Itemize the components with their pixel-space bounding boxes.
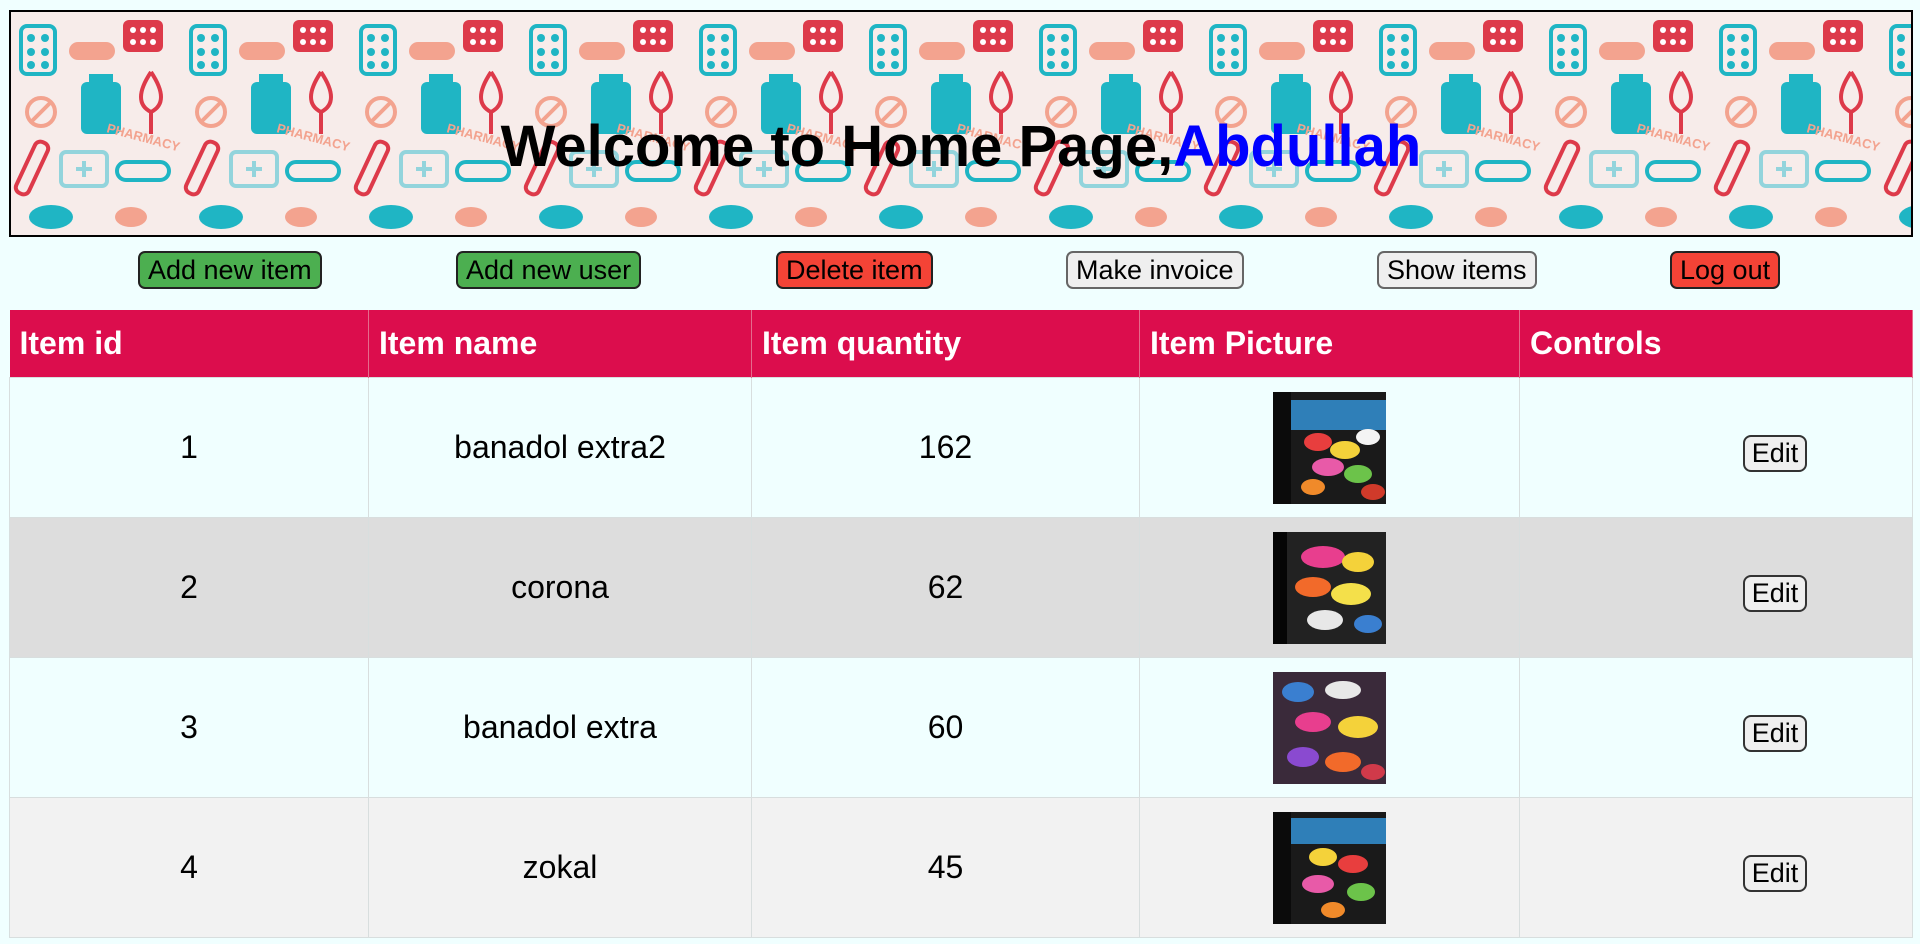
log-out-button[interactable]: Log out bbox=[1670, 251, 1781, 289]
item-quantity: 60 bbox=[751, 657, 1140, 798]
item-quantity: 62 bbox=[751, 517, 1140, 658]
item-id: 3 bbox=[9, 657, 369, 798]
add-new-item-button[interactable]: Add new item bbox=[138, 251, 322, 289]
edit-button[interactable]: Edit bbox=[1742, 715, 1808, 752]
make-invoice-button[interactable]: Make invoice bbox=[1066, 251, 1244, 289]
header-item-picture: Item Picture bbox=[1139, 310, 1520, 378]
controls-cell: Edit bbox=[1519, 377, 1913, 518]
item-id: 2 bbox=[9, 517, 369, 658]
item-picture-cell bbox=[1139, 797, 1520, 938]
item-id: 1 bbox=[9, 377, 369, 518]
controls-cell: Edit bbox=[1519, 797, 1913, 938]
item-picture bbox=[1273, 391, 1386, 504]
item-name: banadol extra bbox=[368, 657, 752, 798]
item-picture bbox=[1273, 671, 1386, 784]
header-item-id: Item id bbox=[9, 310, 369, 378]
item-quantity: 162 bbox=[751, 377, 1140, 518]
show-items-button[interactable]: Show items bbox=[1377, 251, 1537, 289]
header-item-name: Item name bbox=[368, 310, 752, 378]
table-row: 2 corona 62 Edit bbox=[9, 517, 1913, 658]
controls-cell: Edit bbox=[1519, 657, 1913, 798]
header-banner: PHARMACY Welcome to Home Page,Abdullah bbox=[9, 10, 1913, 237]
table-row: 3 banadol extra 60 Edit bbox=[9, 657, 1913, 798]
controls-cell: Edit bbox=[1519, 517, 1913, 658]
item-name: zokal bbox=[368, 797, 752, 938]
item-quantity: 45 bbox=[751, 797, 1140, 938]
delete-item-button[interactable]: Delete item bbox=[776, 251, 933, 289]
table-row: 4 zokal 45 Edit bbox=[9, 797, 1913, 938]
item-id: 4 bbox=[9, 797, 369, 938]
welcome-heading: Welcome to Home Page,Abdullah bbox=[11, 112, 1911, 182]
header-item-quantity: Item quantity bbox=[751, 310, 1140, 378]
item-name: corona bbox=[368, 517, 752, 658]
item-picture-cell bbox=[1139, 517, 1520, 658]
edit-button[interactable]: Edit bbox=[1742, 575, 1808, 612]
welcome-text: Welcome to Home Page, bbox=[500, 114, 1174, 179]
item-picture bbox=[1273, 811, 1386, 924]
item-picture-cell bbox=[1139, 377, 1520, 518]
add-new-user-button[interactable]: Add new user bbox=[456, 251, 642, 289]
header-controls: Controls bbox=[1519, 310, 1913, 378]
user-name: Abdullah bbox=[1173, 114, 1422, 179]
item-name: banadol extra2 bbox=[368, 377, 752, 518]
table-row: 1 banadol extra2 162 Edit bbox=[9, 377, 1913, 518]
table-header-row: Item id Item name Item quantity Item Pic… bbox=[9, 310, 1913, 378]
items-table: Item id Item name Item quantity Item Pic… bbox=[9, 310, 1913, 938]
item-picture-cell bbox=[1139, 657, 1520, 798]
edit-button[interactable]: Edit bbox=[1742, 855, 1808, 892]
item-picture bbox=[1273, 531, 1386, 644]
edit-button[interactable]: Edit bbox=[1742, 435, 1808, 472]
